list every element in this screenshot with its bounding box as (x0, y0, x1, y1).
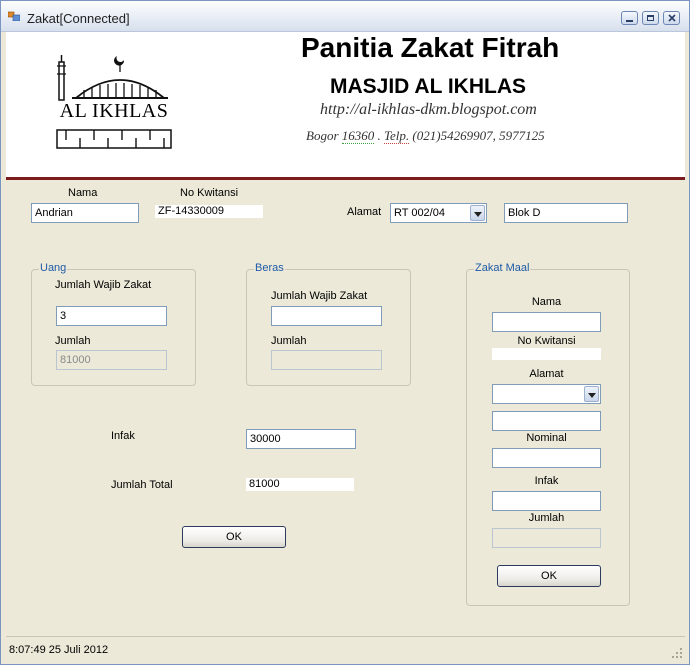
close-icon (668, 14, 676, 22)
beras-group-title: Beras (254, 262, 285, 274)
maal-jumlah-field (492, 528, 601, 548)
no-kwitansi-field: ZF-14330009 (155, 205, 263, 218)
page-title: Panitia Zakat Fitrah (301, 32, 560, 63)
blok-input[interactable]: Blok D (504, 203, 628, 223)
nama-input[interactable]: Andrian (31, 203, 139, 223)
zakat-maal-group-title: Zakat Maal (474, 262, 531, 274)
uang-wajib-input[interactable]: 3 (56, 306, 167, 326)
maal-ok-button[interactable]: OK (497, 565, 601, 587)
jumlah-total-label: Jumlah Total (111, 479, 173, 491)
address-city: Bogor (306, 128, 339, 143)
beras-jumlah-field (271, 350, 382, 370)
ok-button[interactable]: OK (182, 526, 286, 548)
beras-wajib-input[interactable] (271, 306, 382, 326)
no-kwitansi-label: No Kwitansi (180, 187, 239, 199)
window-title: Zakat[Connected] (27, 11, 130, 26)
page-subtitle: MASJID AL IKHLAS (330, 75, 527, 98)
status-bar: 8:07:49 25 Juli 2012 (6, 636, 685, 661)
maal-nama-input[interactable] (492, 312, 601, 332)
maal-alamat-label: Alamat (529, 368, 564, 380)
maal-alamat2-input[interactable] (492, 411, 601, 431)
beras-jumlah-label: Jumlah (271, 335, 307, 347)
maal-jumlah-label: Jumlah (528, 512, 565, 524)
alamat-label: Alamat (347, 206, 382, 218)
maal-kwitansi-label: No Kwitansi (517, 335, 576, 347)
address-zip: 16360 (341, 128, 375, 144)
maal-infak-input[interactable] (492, 491, 601, 511)
beras-wajib-label: Jumlah Wajib Zakat (271, 290, 368, 302)
jumlah-total-field: 81000 (246, 478, 354, 491)
maximize-icon (647, 15, 654, 21)
maal-alamat-select[interactable] (492, 384, 601, 404)
title-bar[interactable]: Zakat[Connected] (1, 1, 689, 32)
app-window-icon (8, 11, 20, 21)
chevron-down-icon[interactable] (470, 205, 485, 221)
blog-url: http://al-ikhlas-dkm.blogspot.com (320, 101, 537, 118)
maal-kwitansi-field (492, 348, 601, 360)
nama-label: Nama (68, 187, 98, 199)
uang-jumlah-field: 81000 (56, 350, 167, 370)
header-banner: AL IKHLAS Panitia Zakat Fitrah MASJID AL… (6, 32, 685, 180)
status-datetime: 8:07:49 25 Juli 2012 (9, 644, 109, 656)
alamat-selected-value: RT 002/04 (394, 207, 445, 219)
address-phone: (021)54269907, 5977125 (409, 128, 545, 143)
maal-nominal-input[interactable] (492, 448, 601, 468)
address-separator: . (374, 128, 384, 143)
minimize-button[interactable] (621, 11, 638, 25)
resize-grip-icon[interactable] (671, 647, 683, 659)
address-telp: Telp. (384, 128, 410, 144)
maal-chevron-down-icon[interactable] (584, 386, 599, 402)
app-window: Zakat[Connected] AL IKHLAS Panitia Zakat… (0, 0, 690, 665)
address-line: Bogor 16360 . Telp. (021)54269907, 59771… (306, 128, 545, 144)
uang-wajib-label: Jumlah Wajib Zakat (55, 279, 152, 291)
mosque-logo: AL IKHLAS (54, 54, 174, 160)
maximize-button[interactable] (642, 11, 659, 25)
infak-label: Infak (111, 430, 135, 442)
alamat-select[interactable]: RT 002/04 (390, 203, 487, 223)
infak-input[interactable]: 30000 (246, 429, 356, 449)
logo-text: AL IKHLAS (59, 100, 169, 122)
maal-nominal-label: Nominal (526, 432, 567, 444)
uang-jumlah-label: Jumlah (55, 335, 91, 347)
close-button[interactable] (663, 11, 680, 25)
maal-infak-label: Infak (534, 475, 559, 487)
uang-group-title: Uang (39, 262, 68, 274)
minimize-icon (626, 20, 633, 22)
maal-nama-label: Nama (531, 296, 562, 308)
